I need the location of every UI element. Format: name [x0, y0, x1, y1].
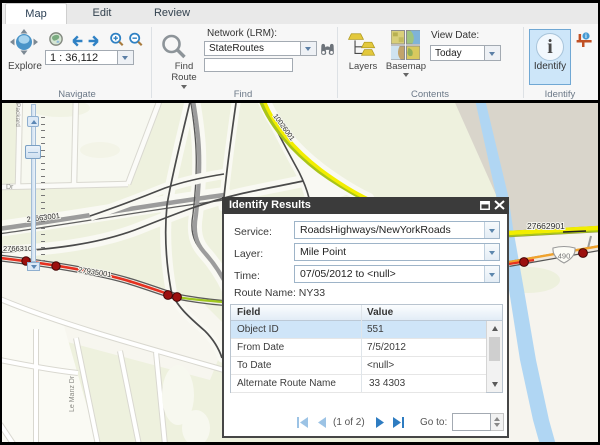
svg-text:490: 490 [558, 252, 571, 261]
svg-text:27662901: 27662901 [527, 221, 565, 231]
svg-text:Le Manz Dr: Le Manz Dr [69, 375, 76, 412]
svg-text:Dr: Dr [6, 184, 14, 191]
svg-text:Packard: Packard [14, 103, 21, 127]
